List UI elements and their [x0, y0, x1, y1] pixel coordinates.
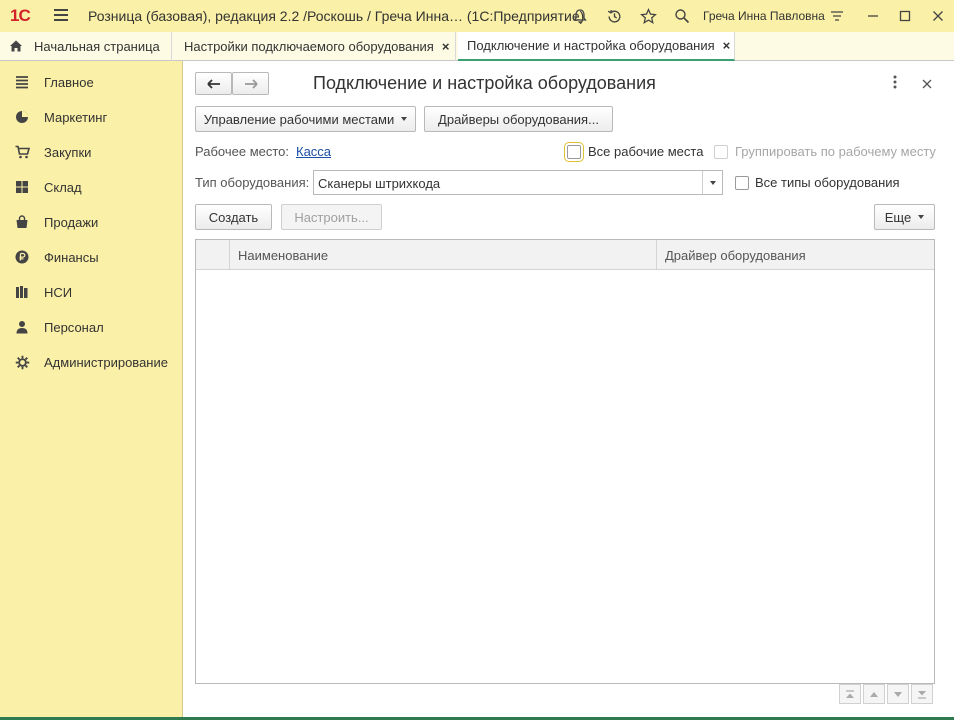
scroll-down-button[interactable]	[887, 684, 909, 704]
arrow-right-icon	[244, 78, 258, 89]
equipment-type-value: Сканеры штрихкода	[318, 176, 441, 191]
close-form-icon[interactable]	[922, 77, 934, 89]
ruble-icon	[14, 249, 30, 265]
tab-home[interactable]: Начальная страница	[0, 32, 172, 61]
sidebar-item-personnel[interactable]: Персонал	[0, 314, 183, 340]
app-logo[interactable]: 1С	[10, 6, 31, 26]
drivers-button[interactable]: Драйверы оборудования...	[424, 106, 613, 132]
all-workplaces-checkbox[interactable]	[564, 142, 584, 162]
chevron-down-icon	[918, 215, 925, 219]
close-icon[interactable]: ×	[723, 38, 731, 53]
sidebar: Главное Маркетинг Закупки Склад Продажи …	[0, 61, 183, 720]
arrow-to-top-icon	[846, 689, 854, 698]
sidebar-item-administration[interactable]: Администрирование	[0, 349, 183, 375]
home-icon	[9, 39, 23, 56]
dropdown-button[interactable]	[702, 171, 722, 194]
sidebar-item-purchases[interactable]: Закупки	[0, 139, 183, 165]
sidebar-item-sales[interactable]: Продажи	[0, 209, 183, 235]
sidebar-item-label: Администрирование	[44, 354, 168, 370]
group-by-workplace-label: Группировать по рабочему месту	[735, 144, 936, 159]
equipment-type-label: Тип оборудования:	[195, 175, 310, 190]
button-label: Драйверы оборудования...	[438, 111, 599, 127]
cart-icon	[14, 144, 30, 160]
bell-icon[interactable]	[570, 6, 590, 26]
bag-icon	[14, 214, 30, 230]
column-header-name[interactable]: Наименование	[230, 240, 657, 270]
chevron-down-icon	[709, 180, 716, 185]
close-icon[interactable]: ×	[442, 39, 450, 54]
workplace-label: Рабочее место:	[195, 144, 290, 159]
configure-button: Настроить...	[281, 204, 382, 230]
scroll-top-button[interactable]	[839, 684, 861, 704]
app-title: Розница (базовая), редакция 2.2 /Роскошь…	[88, 8, 585, 24]
scroll-up-button[interactable]	[863, 684, 885, 704]
sidebar-item-label: Финансы	[44, 249, 99, 265]
more-actions-icon[interactable]	[893, 75, 903, 91]
arrow-down-icon	[894, 691, 902, 697]
group-by-workplace-checkbox	[714, 145, 728, 159]
maximize-icon[interactable]	[895, 6, 915, 26]
warehouse-icon	[14, 179, 30, 195]
tab-label: Подключение и настройка оборудования	[467, 38, 715, 53]
sidebar-item-marketing[interactable]: Маркетинг	[0, 104, 183, 130]
column-header-driver[interactable]: Драйвер оборудования	[657, 240, 934, 270]
list-icon	[14, 74, 30, 90]
all-equipment-types-label[interactable]: Все типы оборудования	[755, 175, 900, 190]
tab-label: Начальная страница	[34, 39, 160, 54]
button-label: Управление рабочими местами	[203, 111, 395, 127]
settings-menu-icon[interactable]	[827, 6, 847, 26]
tab-equipment-connection[interactable]: Подключение и настройка оборудования ×	[458, 32, 735, 61]
chevron-down-icon	[401, 117, 408, 121]
sidebar-item-label: Закупки	[44, 144, 92, 160]
person-icon	[14, 319, 30, 335]
tab-label: Настройки подключаемого оборудования	[184, 39, 434, 54]
sidebar-item-main[interactable]: Главное	[0, 69, 183, 95]
forward-button[interactable]	[232, 72, 269, 95]
sidebar-item-label: Персонал	[44, 319, 104, 335]
sidebar-item-nsi[interactable]: НСИ	[0, 279, 183, 305]
book-icon	[14, 284, 30, 300]
gear-icon	[14, 354, 30, 370]
equipment-table[interactable]: Наименование Драйвер оборудования	[195, 239, 935, 684]
history-icon[interactable]	[604, 6, 624, 26]
close-window-icon[interactable]	[928, 6, 948, 26]
back-button[interactable]	[195, 72, 232, 95]
form-area: Подключение и настройка оборудования Упр…	[184, 61, 954, 720]
sidebar-item-label: Маркетинг	[44, 109, 108, 125]
sidebar-item-warehouse[interactable]: Склад	[0, 174, 183, 200]
sidebar-item-label: Главное	[44, 74, 94, 90]
arrow-left-icon	[206, 78, 220, 89]
minimize-icon[interactable]	[863, 6, 883, 26]
user-name[interactable]: Греча Инна Павловна	[703, 9, 825, 23]
page-title: Подключение и настройка оборудования	[313, 73, 656, 93]
tab-equipment-settings[interactable]: Настройки подключаемого оборудования ×	[173, 32, 456, 61]
sidebar-item-label: Склад	[44, 179, 82, 195]
button-label: Создать	[208, 209, 259, 225]
all-workplaces-label[interactable]: Все рабочие места	[588, 144, 703, 159]
button-label: Еще	[884, 209, 912, 225]
button-label: Настроить...	[294, 209, 369, 225]
sidebar-item-label: Продажи	[44, 214, 99, 230]
search-icon[interactable]	[672, 6, 692, 26]
sidebar-item-label: НСИ	[44, 284, 73, 300]
title-bar: 1С Розница (базовая), редакция 2.2 /Роск…	[0, 0, 954, 32]
row-marker-header	[196, 240, 230, 270]
manage-workplaces-button[interactable]: Управление рабочими местами	[195, 106, 416, 132]
all-equipment-types-checkbox[interactable]	[735, 176, 749, 190]
scroll-bottom-button[interactable]	[911, 684, 933, 704]
equipment-type-select[interactable]: Сканеры штрихкода	[313, 170, 723, 195]
workplace-link[interactable]: Касса	[296, 144, 331, 159]
pie-chart-icon	[14, 109, 30, 125]
main-menu-icon[interactable]	[54, 9, 68, 21]
create-button[interactable]: Создать	[195, 204, 272, 230]
tab-bar: Начальная страница Настройки подключаемо…	[0, 32, 954, 61]
more-button[interactable]: Еще	[874, 204, 935, 230]
table-header: Наименование Драйвер оборудования	[196, 240, 934, 270]
arrow-up-icon	[870, 691, 878, 697]
star-icon[interactable]	[638, 6, 658, 26]
sidebar-item-finance[interactable]: Финансы	[0, 244, 183, 270]
arrow-to-bottom-icon	[918, 690, 926, 699]
